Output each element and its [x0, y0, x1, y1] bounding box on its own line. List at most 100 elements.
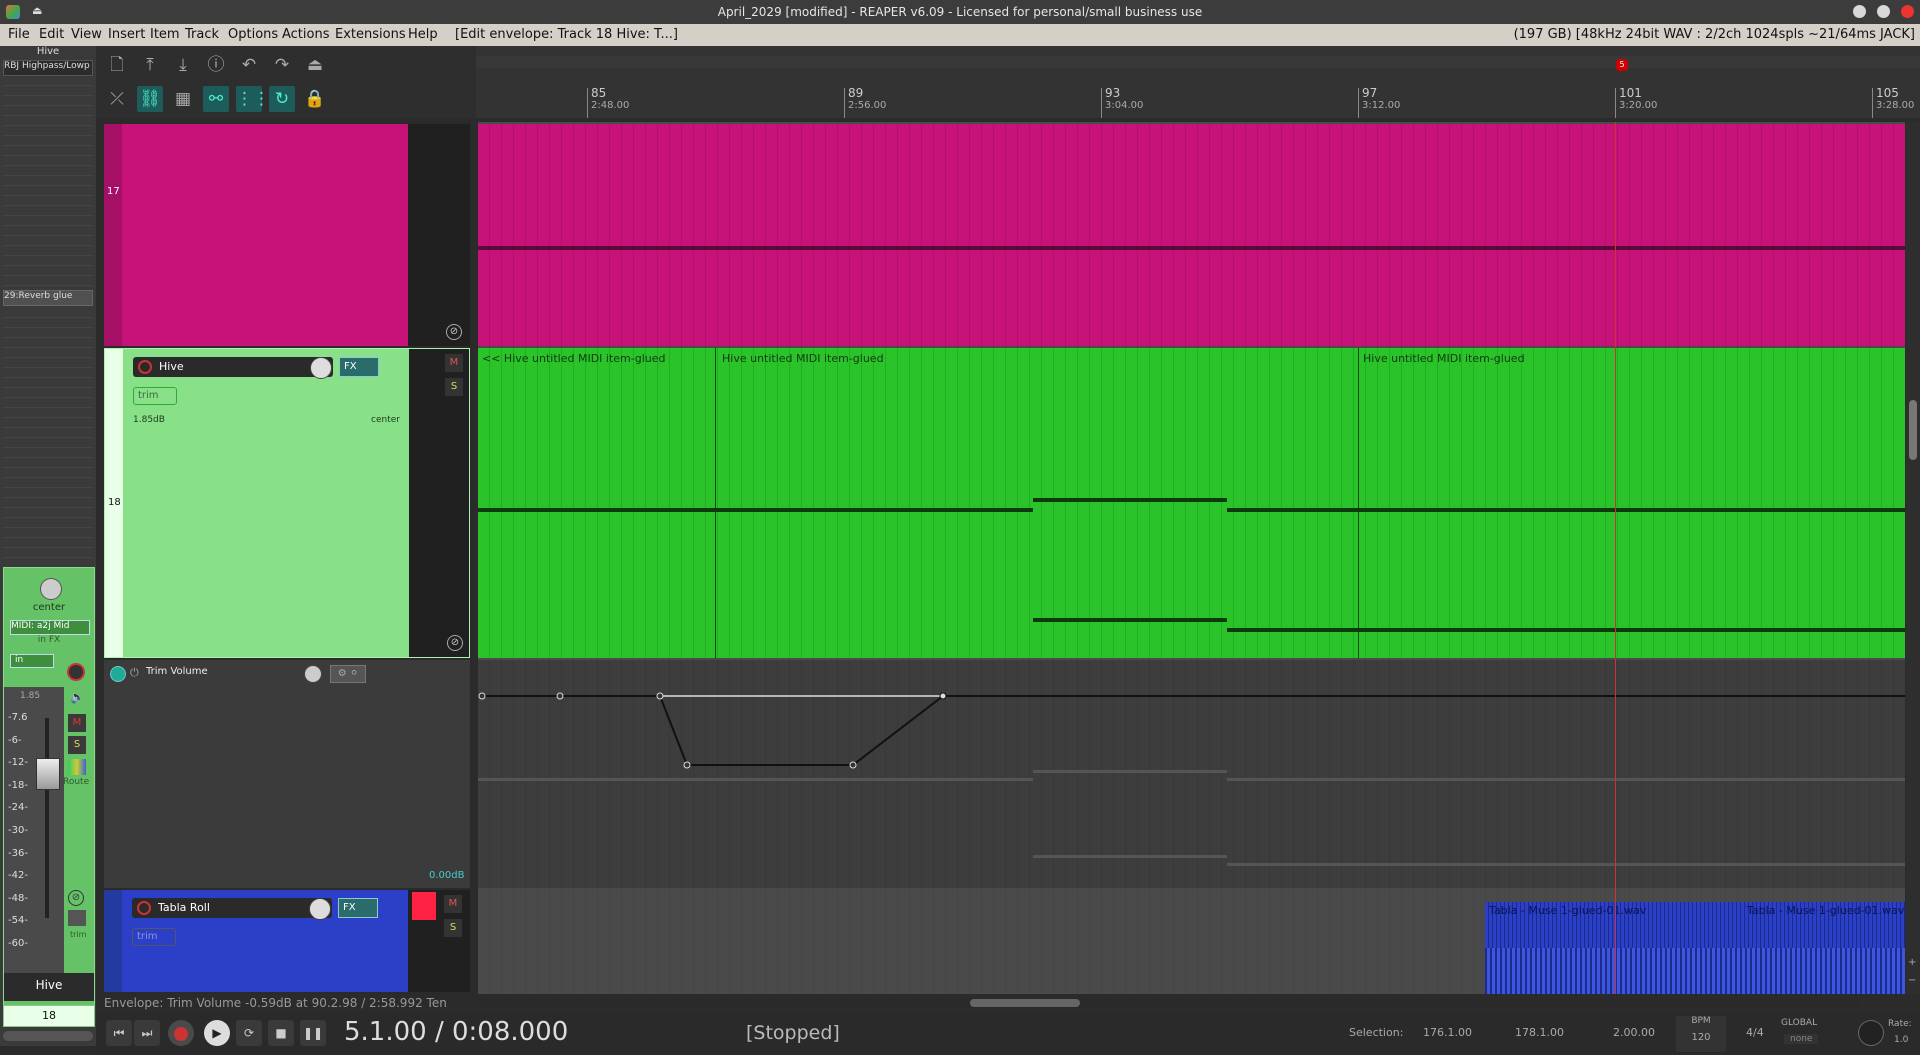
menu-extensions[interactable]: Extensions	[335, 27, 406, 42]
loop-button[interactable]: ⟳	[236, 1020, 262, 1046]
undo-icon[interactable]: ↶	[236, 52, 262, 78]
horizontal-scrollbar[interactable]	[480, 998, 1860, 1008]
envelope-curve[interactable]	[478, 660, 1905, 888]
track-name-field[interactable]: Tabla Roll	[132, 898, 332, 918]
h-scroll-thumb[interactable]	[970, 999, 1080, 1007]
fx-list[interactable]	[3, 76, 93, 326]
track-17-item[interactable]	[478, 124, 1905, 346]
record-arm-button[interactable]	[138, 360, 152, 374]
menu-file[interactable]: File	[8, 27, 30, 42]
record-arm-button[interactable]	[137, 901, 151, 915]
selection-start[interactable]: 176.1.00	[1423, 1026, 1472, 1039]
zoom-in-icon[interactable]: +	[1908, 957, 1916, 968]
volume-knob[interactable]	[310, 357, 332, 379]
project-settings-icon[interactable]: ⓘ	[203, 52, 229, 78]
volume-fader-handle[interactable]	[36, 758, 60, 790]
global-automation-label[interactable]: GLOBAL	[1781, 1018, 1817, 1028]
selection-length[interactable]: 2.00.00	[1613, 1026, 1655, 1039]
speaker-icon[interactable]: 🔈	[70, 690, 85, 704]
send-slot[interactable]: 29:Reverb glue	[3, 290, 93, 306]
menu-options[interactable]: Options	[228, 27, 278, 42]
scroll-thumb[interactable]	[1909, 400, 1917, 460]
close-button[interactable]	[1901, 5, 1914, 18]
time-signature[interactable]: 4/4	[1746, 1026, 1764, 1039]
menu-insert[interactable]: Insert	[108, 27, 145, 42]
volume-knob[interactable]	[309, 898, 331, 920]
menu-edit[interactable]: Edit	[39, 27, 64, 42]
menu-track[interactable]: Track	[185, 27, 219, 42]
master-volume-knob[interactable]	[1858, 1020, 1884, 1046]
tabla-mute[interactable]: M	[444, 895, 462, 913]
record-arm-button[interactable]	[67, 663, 85, 681]
midi-input-select[interactable]: MIDI: a2j Mid	[10, 620, 90, 635]
stop-button[interactable]: ■	[268, 1020, 294, 1046]
zoom-out-icon[interactable]: −	[1908, 975, 1916, 986]
tabla-track-strip[interactable]: Tabla Roll FX trim M S	[104, 890, 470, 992]
track-18-item-area[interactable]: << Hive untitled MIDI item-glued Hive un…	[478, 348, 1905, 658]
envelope-lane[interactable]	[478, 660, 1905, 888]
fx-slot[interactable]: RBJ Highpass/Lowp	[3, 60, 93, 76]
envelope-knob[interactable]	[304, 665, 322, 683]
mute-button[interactable]: M	[68, 714, 86, 732]
minimize-button[interactable]	[1853, 5, 1866, 18]
play-button[interactable]: ▶	[204, 1020, 230, 1046]
send-list[interactable]	[3, 308, 93, 588]
track-name-field[interactable]: Hive	[133, 357, 333, 377]
selection-end[interactable]: 178.1.00	[1515, 1026, 1564, 1039]
pan-knob[interactable]	[40, 578, 62, 600]
menu-actions[interactable]: Actions	[282, 27, 330, 42]
trim-envelope-icon[interactable]	[68, 910, 86, 926]
maximize-button[interactable]	[1877, 5, 1890, 18]
phase-icon[interactable]: ⊘	[68, 890, 84, 906]
volume-fader-track[interactable]	[45, 718, 49, 918]
midi-item-label[interactable]: << Hive untitled MIDI item-glued	[482, 352, 666, 365]
snap-icon[interactable]: ⋮⋮	[236, 86, 270, 112]
envelope-settings-icon[interactable]: ⚙ ⚪	[330, 665, 366, 683]
lock-icon[interactable]: 🔒	[302, 86, 328, 112]
track-18-solo[interactable]: S	[445, 378, 463, 396]
arrange-view[interactable]: << Hive untitled MIDI item-glued Hive un…	[478, 122, 1905, 994]
solo-button[interactable]: S	[68, 736, 86, 754]
envelope-points-move-icon[interactable]: ⚯	[203, 86, 229, 112]
midi-item-label[interactable]: Hive untitled MIDI item-glued	[1363, 352, 1525, 365]
phase-icon[interactable]: ⊘	[447, 635, 463, 651]
ripple-edit-icon[interactable]: ⤫	[104, 86, 130, 112]
envelope-bypass-icon[interactable]	[110, 666, 126, 682]
grid-icon[interactable]: ▦	[170, 86, 196, 112]
trim-envelope-button[interactable]: trim	[132, 928, 176, 946]
redo-icon[interactable]: ↷	[269, 52, 295, 78]
menu-view[interactable]: View	[71, 27, 102, 42]
midi-item-label[interactable]: Hive untitled MIDI item-glued	[722, 352, 884, 365]
new-project-icon[interactable]: 🗋	[104, 52, 130, 78]
envelope-active-icon[interactable]: ⏻	[130, 666, 139, 680]
open-project-icon[interactable]: ⤒	[137, 52, 163, 78]
tabla-solo[interactable]: S	[444, 919, 462, 937]
item-grouping-icon[interactable]: ⛓	[137, 86, 163, 112]
go-to-end-icon[interactable]: ⏭	[134, 1020, 160, 1046]
metronome-icon[interactable]: ⏏	[302, 52, 328, 78]
save-project-icon[interactable]: ⤓	[170, 52, 196, 78]
input-monitor-button[interactable]: in	[10, 654, 54, 668]
track-18-mute[interactable]: M	[445, 354, 463, 372]
menu-item[interactable]: Item	[150, 27, 180, 42]
transport-position[interactable]: 5.1.00 / 0:08.000	[344, 1017, 568, 1047]
timeline-ruler[interactable]: 5 85 2:48.00 89 2:56.00 93 3:04.00 97 3:12.0…	[476, 46, 1920, 118]
route-icon[interactable]	[68, 759, 86, 775]
pause-button[interactable]: ❚❚	[300, 1020, 326, 1046]
trim-envelope-button[interactable]: trim	[133, 387, 177, 405]
tabla-lane[interactable]: Tabla - Muse 1-glued-01.wav Tabla - Muse…	[478, 890, 1905, 994]
record-button[interactable]	[168, 1020, 194, 1046]
tempo-box[interactable]: BPM 120	[1676, 1016, 1726, 1052]
audio-item[interactable]: Tabla - Muse 1-glued-01.wav Tabla - Muse…	[1485, 902, 1905, 994]
track-fx-button[interactable]: FX	[338, 898, 378, 918]
loop-icon[interactable]: ↻	[269, 86, 295, 112]
global-automation-mode[interactable]: none	[1784, 1034, 1819, 1044]
menu-help[interactable]: Help	[408, 27, 438, 42]
mixer-scrollbar[interactable]	[3, 1031, 93, 1041]
track-fx-button[interactable]: FX	[339, 357, 379, 377]
phase-icon[interactable]: ⊘	[446, 324, 462, 340]
marker-flag[interactable]: 5	[1616, 59, 1628, 71]
go-to-start-icon[interactable]: ⏮	[106, 1020, 132, 1046]
track-18-strip[interactable]: 18 Hive FX trim 1.85dB center M S ⊘	[104, 348, 470, 658]
vertical-scrollbar[interactable]: + −	[1906, 122, 1920, 994]
